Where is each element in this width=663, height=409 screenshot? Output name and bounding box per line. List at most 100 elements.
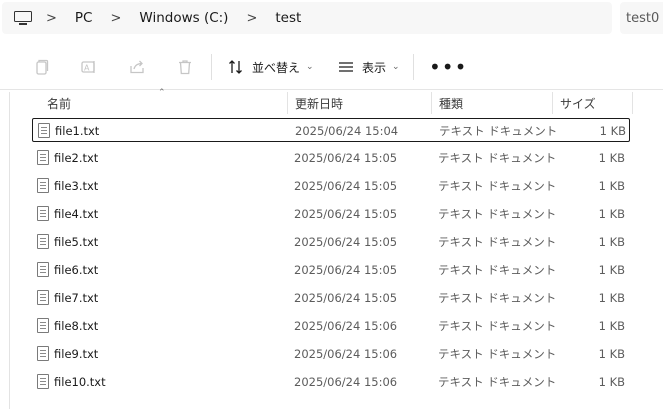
breadcrumb-drive[interactable]: Windows (C:) (135, 7, 232, 29)
text-file-icon (37, 206, 49, 221)
computer-icon[interactable] (14, 11, 32, 25)
sort-button[interactable]: 並べ替え ⌄ (226, 55, 314, 79)
file-modified-date: 2025/06/24 15:05 (294, 207, 398, 221)
text-file-icon (37, 374, 49, 389)
file-name: file8.txt (54, 319, 99, 333)
share-button[interactable] (127, 55, 147, 79)
breadcrumb[interactable]: > PC > Windows (C:) > test (2, 2, 612, 34)
column-resize-handle[interactable] (632, 92, 633, 114)
column-resize-handle[interactable] (287, 92, 288, 114)
file-row[interactable]: file1.txt 2025/06/24 15:04 テキスト ドキュメント 1 KB (32, 118, 630, 142)
text-file-icon (37, 262, 49, 277)
chevron-down-icon: ⌄ (392, 62, 400, 72)
file-name: file5.txt (54, 235, 99, 249)
search-text: test0 (626, 10, 660, 26)
share-icon (127, 57, 147, 77)
file-type: テキスト ドキュメント (438, 263, 557, 277)
breadcrumb-pc[interactable]: PC (71, 7, 97, 29)
list-view-icon (336, 57, 356, 77)
column-header-date[interactable]: 更新日時 (295, 90, 343, 116)
file-size: 1 KB (598, 291, 625, 305)
rename-icon: A (79, 57, 99, 77)
svg-text:A: A (84, 64, 90, 73)
file-row[interactable]: file10.txt 2025/06/24 15:06 テキスト ドキュメント 1 K… (32, 370, 630, 394)
file-row[interactable]: file3.txt 2025/06/24 15:05 テキスト ドキュメント 1 KB (32, 174, 630, 198)
file-type: テキスト ドキュメント (438, 319, 557, 333)
file-name: file6.txt (54, 263, 99, 277)
file-modified-date: 2025/06/24 15:06 (294, 319, 398, 333)
file-modified-date: 2025/06/24 15:05 (294, 179, 398, 193)
text-file-icon (37, 234, 49, 249)
file-row[interactable]: file9.txt 2025/06/24 15:06 テキスト ドキュメント 1 KB (32, 342, 630, 366)
file-name: file7.txt (54, 291, 99, 305)
file-name: file3.txt (54, 179, 99, 193)
chevron-right-icon[interactable]: > (46, 11, 57, 26)
file-type: テキスト ドキュメント (438, 235, 557, 249)
delete-button[interactable] (175, 55, 195, 79)
column-resize-handle[interactable] (431, 92, 432, 114)
file-size: 1 KB (599, 124, 626, 138)
text-file-icon (37, 318, 49, 333)
file-size: 1 KB (598, 179, 625, 193)
navigation-pane-border (9, 92, 10, 409)
file-size: 1 KB (598, 263, 625, 277)
file-modified-date: 2025/06/24 15:04 (295, 124, 399, 138)
text-file-icon (38, 123, 50, 138)
file-name: file9.txt (54, 347, 99, 361)
column-header-type[interactable]: 種類 (439, 90, 463, 116)
toolbar-divider (413, 54, 414, 80)
file-size: 1 KB (598, 207, 625, 221)
breadcrumb-folder[interactable]: test (271, 7, 305, 29)
sort-ascending-icon: ⌃ (158, 88, 166, 98)
file-size: 1 KB (598, 235, 625, 249)
trash-icon (175, 57, 195, 77)
file-type: テキスト ドキュメント (439, 124, 558, 138)
file-name: file2.txt (54, 151, 99, 165)
toolbar-divider (211, 54, 212, 80)
file-name: file4.txt (54, 207, 99, 221)
file-type: テキスト ドキュメント (438, 151, 557, 165)
file-row[interactable]: file8.txt 2025/06/24 15:06 テキスト ドキュメント 1 KB (32, 314, 630, 338)
file-size: 1 KB (598, 375, 625, 389)
column-header-size[interactable]: サイズ (560, 90, 596, 116)
view-label: 表示 (362, 60, 387, 75)
file-row[interactable]: file6.txt 2025/06/24 15:05 テキスト ドキュメント 1 KB (32, 258, 630, 282)
file-row[interactable]: file4.txt 2025/06/24 15:05 テキスト ドキュメント 1 KB (32, 202, 630, 226)
rename-button[interactable]: A (79, 55, 99, 79)
text-file-icon (37, 290, 49, 305)
file-modified-date: 2025/06/24 15:05 (294, 235, 398, 249)
column-resize-handle[interactable] (552, 92, 553, 114)
file-modified-date: 2025/06/24 15:06 (294, 347, 398, 361)
file-size: 1 KB (598, 151, 625, 165)
column-header-name[interactable]: 名前 (47, 90, 71, 116)
search-input[interactable]: test0 (620, 2, 663, 34)
text-file-icon (37, 150, 49, 165)
copy-icon (32, 57, 52, 77)
more-options-button[interactable]: ••• (429, 55, 467, 79)
sort-label: 並べ替え (252, 60, 301, 75)
file-row[interactable]: file2.txt 2025/06/24 15:05 テキスト ドキュメント 1 KB (32, 146, 630, 170)
text-file-icon (37, 346, 49, 361)
file-name: file1.txt (55, 124, 100, 138)
address-bar: > PC > Windows (C:) > test test0 (0, 0, 663, 36)
file-modified-date: 2025/06/24 15:06 (294, 375, 398, 389)
chevron-right-icon[interactable]: > (246, 11, 257, 26)
command-bar: A 並べ替え ⌄ 表示 ⌄ ••• (0, 44, 663, 90)
column-headers: ⌃ 名前 更新日時 種類 サイズ (0, 88, 663, 116)
view-button[interactable]: 表示 ⌄ (336, 55, 400, 79)
chevron-down-icon: ⌄ (306, 62, 314, 72)
file-name: file10.txt (54, 375, 106, 389)
file-type: テキスト ドキュメント (438, 291, 557, 305)
chevron-right-icon[interactable]: > (110, 11, 121, 26)
file-size: 1 KB (598, 347, 625, 361)
copy-button[interactable] (32, 55, 52, 79)
file-modified-date: 2025/06/24 15:05 (294, 263, 398, 277)
file-type: テキスト ドキュメント (438, 375, 557, 389)
file-row[interactable]: file7.txt 2025/06/24 15:05 テキスト ドキュメント 1 KB (32, 286, 630, 310)
file-size: 1 KB (598, 319, 625, 333)
file-row[interactable]: file5.txt 2025/06/24 15:05 テキスト ドキュメント 1 KB (32, 230, 630, 254)
file-type: テキスト ドキュメント (438, 347, 557, 361)
more-icon: ••• (429, 55, 468, 79)
file-type: テキスト ドキュメント (438, 207, 557, 221)
text-file-icon (37, 178, 49, 193)
